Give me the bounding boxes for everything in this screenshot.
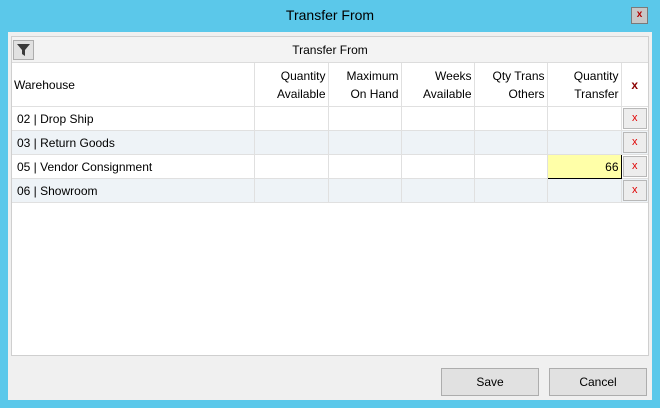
quantity-transfer-input[interactable]: 66 xyxy=(546,154,622,179)
col-qty-trans-others[interactable]: Qty Trans Others xyxy=(474,63,548,107)
col-maximum-on-hand-line2: On Hand xyxy=(350,86,399,101)
title-bar[interactable]: Transfer From x xyxy=(0,0,660,32)
col-quantity-transfer-line2: Transfer xyxy=(574,86,619,101)
window-title: Transfer From xyxy=(285,7,375,23)
table-row[interactable]: 06 | Showroom x xyxy=(12,178,648,203)
table-row[interactable]: 05 | Vendor Consignment 66 x xyxy=(12,154,648,179)
warehouse-cell[interactable]: 02 | Drop Ship xyxy=(12,106,255,131)
remove-cell: x xyxy=(621,130,648,155)
warehouse-cell[interactable]: 06 | Showroom xyxy=(12,178,255,203)
dialog-window: Transfer From x Transfer From Warehouse … xyxy=(0,0,660,408)
weeks-available-cell[interactable] xyxy=(401,178,475,203)
col-warehouse[interactable]: Warehouse xyxy=(12,63,255,107)
transfer-table: Warehouse Quantity Available Maximum On Ha… xyxy=(12,63,648,203)
qty-trans-others-cell[interactable] xyxy=(474,178,548,203)
table-row[interactable]: 02 | Drop Ship x xyxy=(12,106,648,131)
remove-row-button[interactable]: x xyxy=(622,132,647,153)
qty-trans-others-cell[interactable] xyxy=(474,154,548,179)
remove-all-button[interactable]: x xyxy=(621,63,648,107)
warehouse-cell[interactable]: 03 | Return Goods xyxy=(12,130,255,155)
save-button[interactable]: Save xyxy=(441,368,539,396)
col-quantity-transfer[interactable]: Quantity Transfer xyxy=(547,63,622,107)
maximum-on-hand-cell[interactable] xyxy=(328,106,402,131)
col-warehouse-label: Warehouse xyxy=(14,77,75,92)
header-row: Warehouse Quantity Available Maximum On Ha… xyxy=(12,63,648,107)
maximum-on-hand-cell[interactable] xyxy=(328,130,402,155)
maximum-on-hand-cell[interactable] xyxy=(328,178,402,203)
quantity-available-cell[interactable] xyxy=(254,154,329,179)
col-quantity-available[interactable]: Quantity Available xyxy=(254,63,329,107)
remove-cell: x xyxy=(621,154,648,179)
quantity-available-cell[interactable] xyxy=(254,130,329,155)
col-weeks-available[interactable]: Weeks Available xyxy=(401,63,475,107)
col-quantity-available-line2: Available xyxy=(277,86,326,101)
close-button[interactable]: x xyxy=(631,7,648,24)
quantity-available-cell[interactable] xyxy=(254,178,329,203)
col-quantity-transfer-line1: Quantity xyxy=(573,68,619,83)
remove-cell: x xyxy=(621,178,648,203)
cancel-button[interactable]: Cancel xyxy=(549,368,647,396)
grid-title-bar: Transfer From xyxy=(12,37,648,63)
remove-cell: x xyxy=(621,106,648,131)
col-maximum-on-hand[interactable]: Maximum On Hand xyxy=(328,63,402,107)
remove-row-button[interactable]: x xyxy=(622,108,647,129)
col-qty-trans-others-line1: Qty Trans xyxy=(492,68,545,83)
weeks-available-cell[interactable] xyxy=(401,130,475,155)
transfer-grid: Transfer From Warehouse Quantity Availabl… xyxy=(11,36,649,356)
col-weeks-available-line1: Weeks xyxy=(435,68,472,83)
weeks-available-cell[interactable] xyxy=(401,106,475,131)
table-row[interactable]: 03 | Return Goods x xyxy=(12,130,648,155)
dialog-body: Transfer From Warehouse Quantity Availabl… xyxy=(8,32,652,400)
weeks-available-cell[interactable] xyxy=(401,154,475,179)
qty-trans-others-cell[interactable] xyxy=(474,106,548,131)
col-quantity-available-line1: Quantity xyxy=(280,68,326,83)
maximum-on-hand-cell[interactable] xyxy=(328,154,402,179)
col-maximum-on-hand-line1: Maximum xyxy=(346,68,399,83)
qty-trans-others-cell[interactable] xyxy=(474,130,548,155)
remove-row-button[interactable]: x xyxy=(622,156,647,177)
warehouse-cell[interactable]: 05 | Vendor Consignment xyxy=(12,154,255,179)
grid-title: Transfer From xyxy=(292,43,368,57)
col-qty-trans-others-line2: Others xyxy=(508,86,545,101)
quantity-available-cell[interactable] xyxy=(254,106,329,131)
col-weeks-available-line2: Available xyxy=(423,86,472,101)
remove-row-button[interactable]: x xyxy=(622,180,647,201)
quantity-transfer-cell[interactable] xyxy=(547,178,622,203)
quantity-transfer-cell[interactable] xyxy=(547,130,622,155)
quantity-transfer-cell[interactable] xyxy=(547,106,622,131)
